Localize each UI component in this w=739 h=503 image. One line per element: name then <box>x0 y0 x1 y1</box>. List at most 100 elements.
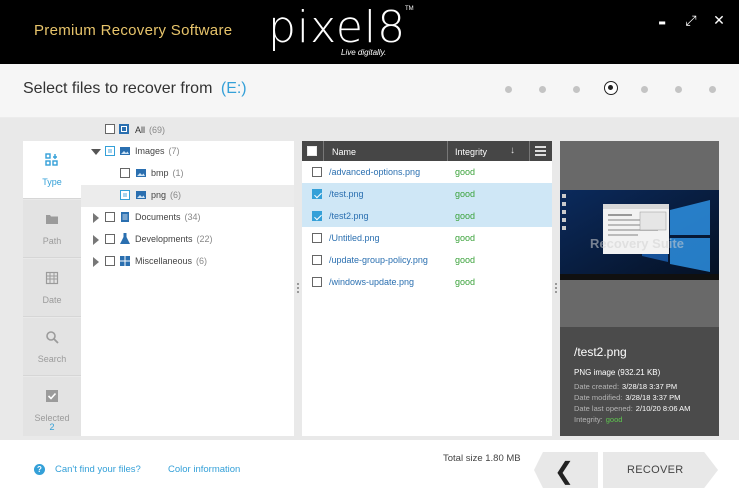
file-integrity: good <box>455 167 476 177</box>
help-icon[interactable]: ? <box>34 464 45 475</box>
step-dot-6 <box>675 86 682 93</box>
tree-item-label: Images <box>135 146 165 156</box>
table-row[interactable]: /test2.png good <box>302 205 552 227</box>
expand-arrow-icon[interactable] <box>93 213 99 223</box>
file-name: /advanced-options.png <box>329 167 421 177</box>
tree-item-label: Documents <box>135 212 181 222</box>
tree-miscellaneous-checkbox[interactable] <box>105 256 115 266</box>
calendar-icon <box>45 271 59 285</box>
tree-item-bmp[interactable]: bmp (1) <box>81 163 294 185</box>
checkbox-icon <box>46 390 58 402</box>
flask-icon <box>120 233 130 244</box>
tree-item-documents[interactable]: Documents (34) <box>81 207 294 229</box>
cant-find-files-link[interactable]: Can't find your files? <box>55 464 141 475</box>
preview-image <box>560 190 719 280</box>
tree-all-checkbox[interactable] <box>105 124 115 134</box>
preview-splitter[interactable] <box>553 141 559 436</box>
preview-date-created: Date created: 3/28/18 3:37 PM <box>574 382 678 391</box>
column-menu-icon[interactable] <box>535 146 546 156</box>
expand-arrow-icon[interactable] <box>93 257 99 267</box>
close-icon: ✕ <box>713 13 725 29</box>
preview-file-name: /test2.png <box>574 345 627 359</box>
pixel8-logo: pixel8 TM Live digitally. <box>268 2 418 62</box>
tree-item-miscellaneous[interactable]: Miscellaneous (6) <box>81 251 294 273</box>
table-row[interactable]: /test.png good <box>302 183 552 205</box>
png-icon <box>136 191 146 199</box>
maximize-button[interactable]: ⤢ <box>682 12 700 30</box>
collapse-arrow-icon[interactable] <box>91 149 101 155</box>
recover-button[interactable]: RECOVER <box>603 452 718 488</box>
tree-item-count: (6) <box>196 256 208 266</box>
tree-item-count: (1) <box>172 168 184 178</box>
app-header: Premium Recovery Software pixel8 TM Live… <box>0 0 739 64</box>
tree-documents-checkbox[interactable] <box>105 212 115 222</box>
preview-date-opened: Date last opened: 2/10/20 8:06 AM <box>574 404 691 413</box>
search-icon <box>46 331 59 344</box>
sidebar-tab-path[interactable]: Path <box>23 200 81 258</box>
tree-item-png[interactable]: png (6) <box>81 185 294 207</box>
preview-file-type: PNG image (932.21 KB) <box>574 368 660 377</box>
preview-date-modified: Date modified: 3/28/18 3:37 PM <box>574 393 681 402</box>
tree-item-label: Developments <box>135 234 193 244</box>
folder-icon <box>46 215 58 224</box>
page-title: Select files to recover from (E:) <box>23 80 247 98</box>
tree-png-checkbox[interactable] <box>120 190 130 200</box>
logo-text: pixel8 <box>268 2 407 53</box>
preview-thumbnail: Recovery Suite <box>560 190 719 280</box>
sort-down-icon[interactable]: ↓ <box>510 145 515 156</box>
column-integrity[interactable]: Integrity <box>455 147 487 157</box>
tree-item-developments[interactable]: Developments (22) <box>81 229 294 251</box>
tree-item-label: Miscellaneous <box>135 256 193 266</box>
table-row[interactable]: /Untitled.png good <box>302 227 552 249</box>
select-all-checkbox[interactable] <box>307 146 317 156</box>
windows-icon <box>120 256 130 266</box>
tree-item-count: (22) <box>196 234 213 244</box>
row-checkbox[interactable] <box>312 167 322 177</box>
tree-item-count: (6) <box>170 190 182 200</box>
close-button[interactable]: ✕ <box>710 12 728 30</box>
image-icon <box>120 147 130 155</box>
tree-bmp-checkbox[interactable] <box>120 168 130 178</box>
expand-arrow-icon[interactable] <box>93 235 99 245</box>
recover-button-label: RECOVER <box>627 464 684 476</box>
preview-details: /test2.png PNG image (932.21 KB) Date cr… <box>560 327 719 436</box>
row-checkbox[interactable] <box>312 277 322 287</box>
back-button[interactable]: ❮ <box>534 452 598 488</box>
tree-item-images[interactable]: Images (7) <box>81 141 294 163</box>
table-row[interactable]: /advanced-options.png good <box>302 161 552 183</box>
row-checkbox[interactable] <box>312 255 322 265</box>
table-row[interactable]: /windows-update.png good <box>302 271 552 293</box>
tree-item-count: (7) <box>168 146 180 156</box>
preview-watermark: Recovery Suite <box>590 236 684 251</box>
bmp-icon <box>136 169 146 177</box>
row-checkbox[interactable] <box>312 189 322 199</box>
file-list: Name Integrity ↓ /advanced-options.png g… <box>302 141 552 436</box>
row-checkbox[interactable] <box>312 233 322 243</box>
file-name: /windows-update.png <box>329 277 415 287</box>
tree-developments-checkbox[interactable] <box>105 234 115 244</box>
row-checkbox[interactable] <box>312 211 322 221</box>
document-icon <box>121 212 129 222</box>
file-name: /test2.png <box>329 211 369 221</box>
step-dot-7 <box>709 86 716 93</box>
tree-images-checkbox[interactable] <box>105 146 115 156</box>
sidebar-tab-type[interactable]: Type <box>23 141 81 199</box>
drive-letter: (E:) <box>220 80 247 97</box>
step-dot-current <box>604 81 618 95</box>
step-dot-1 <box>505 86 512 93</box>
tree-all-count: (69) <box>149 125 166 135</box>
step-dot-2 <box>539 86 546 93</box>
wizard-header: Select files to recover from (E:) <box>0 64 739 118</box>
minimize-button[interactable]: ▬ <box>653 12 671 30</box>
selected-count: 2 <box>49 422 55 432</box>
sidebar-tab-search-label: Search <box>37 354 67 364</box>
color-information-link[interactable]: Color information <box>168 464 240 475</box>
sidebar-tab-search[interactable]: Search <box>23 318 81 376</box>
table-row[interactable]: /update-group-policy.png good <box>302 249 552 271</box>
tree-splitter[interactable] <box>295 141 301 436</box>
type-icon <box>45 153 58 166</box>
sidebar-tab-date[interactable]: Date <box>23 259 81 317</box>
sidebar-tab-selected[interactable]: Selected 2 <box>23 377 81 436</box>
file-list-header: Name Integrity ↓ <box>302 141 552 161</box>
column-name[interactable]: Name <box>332 147 356 157</box>
